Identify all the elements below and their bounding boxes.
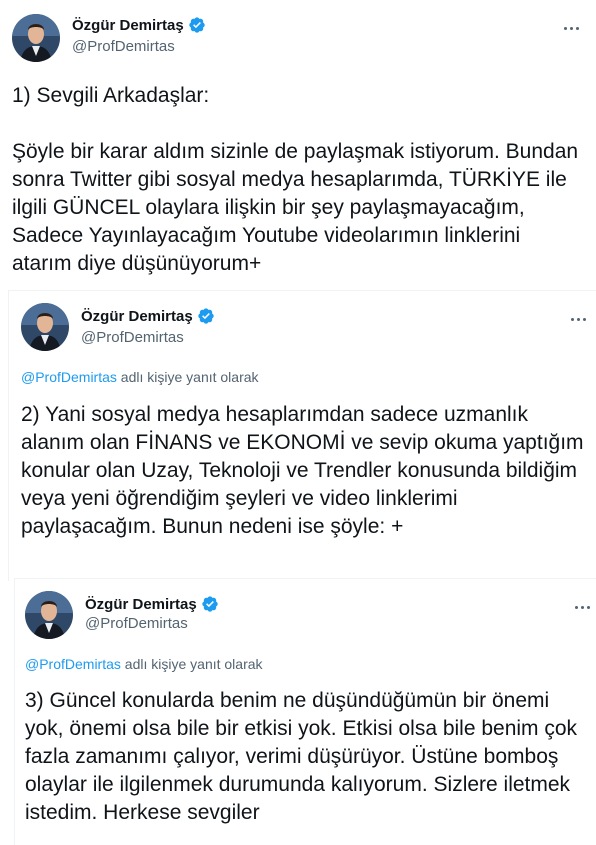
more-options-icon[interactable] — [559, 18, 583, 38]
tweet-2: Özgür Demirtaş @ProfDemirtas @ProfDemirt… — [8, 290, 596, 581]
author-handle[interactable]: @ProfDemirtas — [72, 38, 175, 55]
more-options-icon[interactable] — [570, 597, 594, 617]
verified-badge-icon — [202, 596, 218, 612]
author-name-text: Özgür Demirtaş — [81, 307, 193, 325]
author-name[interactable]: Özgür Demirtaş — [81, 307, 215, 325]
avatar[interactable] — [12, 14, 60, 62]
tweet-text: 2) Yani sosyal medya hesaplarımdan sadec… — [21, 403, 584, 538]
author-name[interactable]: Özgür Demirtaş — [72, 16, 206, 34]
avatar[interactable] — [25, 591, 73, 639]
author-name[interactable]: Özgür Demirtaş — [85, 595, 219, 613]
more-options-icon[interactable] — [566, 309, 590, 329]
tweet-text: 1) Sevgili Arkadaşlar: Şöyle bir karar a… — [12, 84, 579, 275]
reply-context-text: adlı kişiye yanıt olarak — [116, 369, 259, 385]
verified-badge-icon — [198, 308, 214, 324]
reply-context-text: adlı kişiye yanıt olarak — [120, 656, 263, 672]
author-handle[interactable]: @ProfDemirtas — [85, 615, 188, 632]
tweet-3: Özgür Demirtaş @ProfDemirtas @ProfDemirt… — [14, 578, 596, 845]
avatar[interactable] — [21, 303, 69, 351]
verified-badge-icon — [189, 17, 205, 33]
author-name-text: Özgür Demirtaş — [85, 595, 197, 613]
reply-context: @ProfDemirtas adlı kişiye yanıt olarak — [25, 656, 263, 672]
tweet-1: Özgür Demirtaş @ProfDemirtas 1) Sevgili … — [0, 0, 596, 290]
reply-mention-link[interactable]: @ProfDemirtas — [25, 656, 121, 672]
tweet-text: 3) Güncel konularda benim ne düşündüğümü… — [25, 689, 578, 824]
author-name-text: Özgür Demirtaş — [72, 16, 184, 34]
reply-mention-link[interactable]: @ProfDemirtas — [21, 369, 117, 385]
author-handle[interactable]: @ProfDemirtas — [81, 329, 184, 346]
reply-context: @ProfDemirtas adlı kişiye yanıt olarak — [21, 369, 259, 385]
